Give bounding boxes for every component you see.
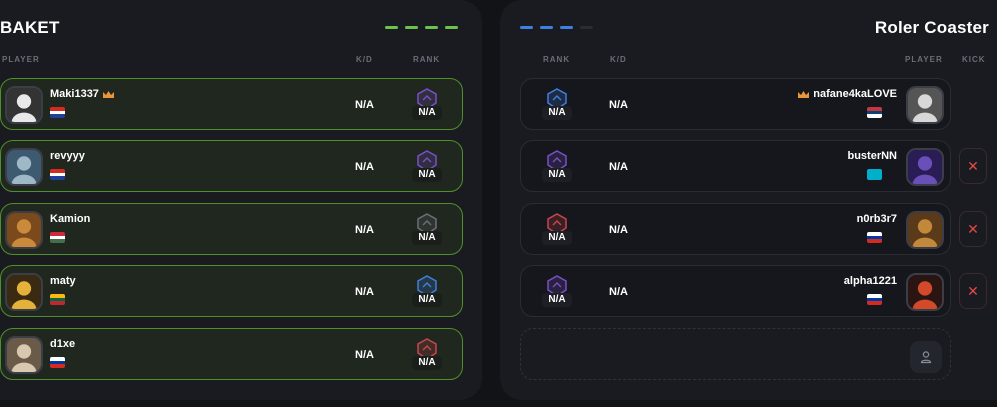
rank-value: N/A	[542, 293, 572, 307]
player-name[interactable]: n0rb3r7	[857, 213, 897, 225]
player-name[interactable]: maty	[50, 275, 76, 287]
user-icon	[920, 351, 932, 364]
player-name[interactable]: Kamion	[50, 213, 90, 225]
rank-badge: N/A	[412, 213, 442, 247]
invite-player-button[interactable]	[910, 341, 942, 373]
rank-value: N/A	[542, 231, 572, 245]
right-header-player: PLAYER	[905, 55, 943, 64]
rank-badge: N/A	[412, 275, 442, 309]
player-name[interactable]: d1xe	[50, 338, 75, 350]
player-kd: N/A	[355, 161, 374, 173]
croatia-flag	[50, 107, 65, 118]
player-row[interactable]: revyyy N/A N/A	[0, 140, 463, 192]
right-team-indicator	[520, 26, 593, 29]
player-avatar[interactable]	[906, 211, 944, 249]
serbia-flag	[867, 107, 882, 118]
kick-button[interactable]: ✕	[959, 273, 987, 309]
close-icon: ✕	[967, 221, 979, 237]
rank-value: N/A	[412, 106, 442, 120]
player-name-line: Maki1337	[50, 88, 115, 100]
rank-badge: N/A	[412, 150, 442, 184]
russia-flag	[867, 294, 882, 305]
close-icon: ✕	[967, 158, 979, 174]
rank-badge: N/A	[412, 88, 442, 122]
player-avatar[interactable]	[906, 273, 944, 311]
player-kd: N/A	[355, 286, 374, 298]
player-name-line: nafane4kaLOVE	[797, 88, 897, 100]
player-row[interactable]: Maki1337 N/A N/A	[0, 78, 463, 130]
player-name[interactable]: busterNN	[847, 150, 897, 162]
player-avatar[interactable]	[5, 211, 43, 249]
crown-icon	[798, 90, 810, 98]
player-kd: N/A	[609, 286, 628, 298]
rank-badge: N/A	[542, 88, 572, 122]
player-name-line: n0rb3r7	[857, 213, 897, 225]
crown-icon	[103, 90, 114, 98]
russia-flag	[867, 232, 882, 243]
hungary-flag	[50, 232, 65, 243]
rank-value: N/A	[412, 168, 442, 182]
player-name-line: revyyy	[50, 150, 85, 162]
player-name-line: alpha1221	[844, 275, 897, 287]
kick-button[interactable]: ✕	[959, 211, 987, 247]
russia-flag	[50, 357, 65, 368]
kick-button[interactable]: ✕	[959, 148, 987, 184]
player-avatar[interactable]	[906, 86, 944, 124]
player-kd: N/A	[609, 99, 628, 111]
rank-value: N/A	[412, 293, 442, 307]
rank-value: N/A	[542, 106, 572, 120]
right-team-name: Roler Coaster	[874, 18, 989, 37]
left-header-player: PLAYER	[2, 55, 40, 64]
rank-value: N/A	[542, 168, 572, 182]
player-avatar[interactable]	[5, 148, 43, 186]
player-name-line: Kamion	[50, 213, 90, 225]
player-row[interactable]: maty N/A N/A	[0, 265, 463, 317]
rank-badge: N/A	[542, 150, 572, 184]
player-row[interactable]: Kamion N/A N/A	[0, 203, 463, 255]
player-name[interactable]: revyyy	[50, 150, 85, 162]
lithuania-flag	[50, 294, 65, 305]
player-row[interactable]: d1xe N/A N/A	[0, 328, 463, 380]
player-name[interactable]: alpha1221	[844, 275, 897, 287]
kazakhstan-flag	[867, 169, 882, 180]
player-row[interactable]: N/A N/A nafane4kaLOVE	[520, 78, 951, 130]
player-row[interactable]: N/A N/A alpha1221	[520, 265, 951, 317]
rank-badge: N/A	[542, 275, 572, 309]
left-team-indicator	[385, 26, 458, 29]
rank-badge: N/A	[542, 213, 572, 247]
player-avatar[interactable]	[906, 148, 944, 186]
player-name-line: maty	[50, 275, 76, 287]
empty-player-slot[interactable]	[520, 328, 951, 380]
right-header-kd: K/D	[610, 55, 627, 64]
player-name-line: d1xe	[50, 338, 75, 350]
rank-value: N/A	[412, 356, 442, 370]
player-kd: N/A	[355, 99, 374, 111]
player-row[interactable]: N/A N/A busterNN	[520, 140, 951, 192]
player-row[interactable]: N/A N/A n0rb3r7	[520, 203, 951, 255]
player-avatar[interactable]	[5, 336, 43, 374]
left-header-rank: RANK	[413, 55, 441, 64]
rank-value: N/A	[412, 231, 442, 245]
player-name[interactable]: Maki1337	[50, 88, 99, 100]
player-kd: N/A	[609, 224, 628, 236]
left-team-name: BAKET	[0, 18, 60, 37]
player-name[interactable]: nafane4kaLOVE	[813, 88, 897, 100]
left-header-kd: K/D	[356, 55, 373, 64]
player-kd: N/A	[609, 161, 628, 173]
player-name-line: busterNN	[847, 150, 897, 162]
right-header-rank: RANK	[543, 55, 571, 64]
croatia-flag	[50, 169, 65, 180]
close-icon: ✕	[967, 283, 979, 299]
right-header-kick: KICK	[962, 55, 986, 64]
rank-badge: N/A	[412, 338, 442, 372]
player-kd: N/A	[355, 349, 374, 361]
player-avatar[interactable]	[5, 273, 43, 311]
player-avatar[interactable]	[5, 86, 43, 124]
player-kd: N/A	[355, 224, 374, 236]
